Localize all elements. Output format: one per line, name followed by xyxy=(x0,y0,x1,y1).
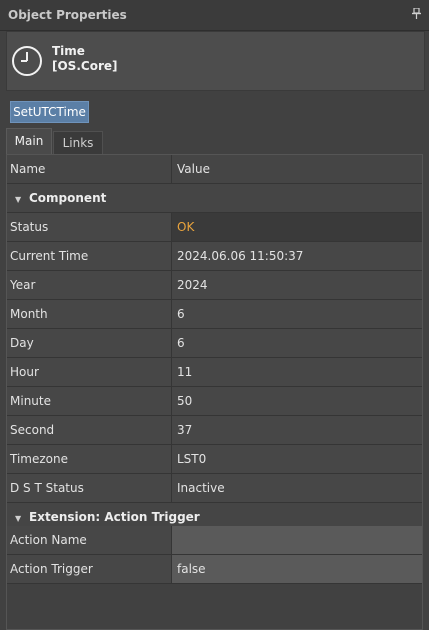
property-row[interactable]: D S T Status Inactive xyxy=(7,474,422,503)
property-value[interactable]: Inactive xyxy=(172,474,422,502)
property-row[interactable]: Year 2024 xyxy=(7,271,422,300)
pin-icon[interactable] xyxy=(412,8,421,19)
object-namespace: [OS.Core] xyxy=(52,59,118,73)
caret-down-icon[interactable]: ▼ xyxy=(15,186,29,214)
property-name: Status xyxy=(7,213,172,241)
property-row[interactable]: Minute 50 xyxy=(7,387,422,416)
property-value[interactable]: 2024 xyxy=(172,271,422,299)
property-row[interactable]: Hour 11 xyxy=(7,358,422,387)
property-value[interactable]: 6 xyxy=(172,329,422,357)
grid-header-row: Name Value xyxy=(7,155,422,184)
property-row[interactable]: Day 6 xyxy=(7,329,422,358)
property-value[interactable]: 6 xyxy=(172,300,422,328)
property-row[interactable]: Current Time 2024.06.06 11:50:37 xyxy=(7,242,422,271)
property-name: Minute xyxy=(7,387,172,415)
property-value[interactable]: 37 xyxy=(172,416,422,444)
property-name: Current Time xyxy=(7,242,172,270)
group-label: Component xyxy=(29,191,107,205)
object-name: Time xyxy=(52,44,85,58)
property-name: D S T Status xyxy=(7,474,172,502)
property-name: Action Name xyxy=(7,526,172,554)
tab-links[interactable]: Links xyxy=(53,131,103,154)
set-utc-time-button[interactable]: SetUTCTime xyxy=(10,101,89,123)
property-name: Day xyxy=(7,329,172,357)
property-value[interactable]: LST0 xyxy=(172,445,422,473)
property-row[interactable]: Action Name xyxy=(7,526,422,555)
panel-title: Object Properties xyxy=(8,8,127,22)
property-name: Year xyxy=(7,271,172,299)
property-row[interactable]: Timezone LST0 xyxy=(7,445,422,474)
property-value-input[interactable] xyxy=(172,526,422,554)
property-value[interactable]: 11 xyxy=(172,358,422,386)
property-name: Action Trigger xyxy=(7,555,172,583)
property-value-input[interactable]: false xyxy=(172,555,422,583)
property-value[interactable]: OK xyxy=(172,213,422,241)
property-row[interactable]: Action Trigger false xyxy=(7,555,422,584)
property-name: Timezone xyxy=(7,445,172,473)
property-name: Month xyxy=(7,300,172,328)
property-grid: Name Value ▼ Component Status OK Current … xyxy=(6,154,423,630)
group-component[interactable]: ▼ Component xyxy=(7,184,422,213)
property-name: Hour xyxy=(7,358,172,386)
clock-icon xyxy=(12,46,42,76)
column-header-value[interactable]: Value xyxy=(172,155,422,183)
panel-titlebar: Object Properties xyxy=(0,0,429,31)
property-row[interactable]: Second 37 xyxy=(7,416,422,445)
property-value[interactable]: 2024.06.06 11:50:37 xyxy=(172,242,422,270)
property-row[interactable]: Month 6 xyxy=(7,300,422,329)
object-header: Time [OS.Core] xyxy=(6,31,425,91)
group-label: Extension: Action Trigger xyxy=(29,510,200,524)
tab-main[interactable]: Main xyxy=(6,128,52,154)
grid-empty-area xyxy=(7,584,422,629)
column-header-name[interactable]: Name xyxy=(7,155,172,183)
property-value[interactable]: 50 xyxy=(172,387,422,415)
property-name: Second xyxy=(7,416,172,444)
property-row[interactable]: Status OK xyxy=(7,213,422,242)
